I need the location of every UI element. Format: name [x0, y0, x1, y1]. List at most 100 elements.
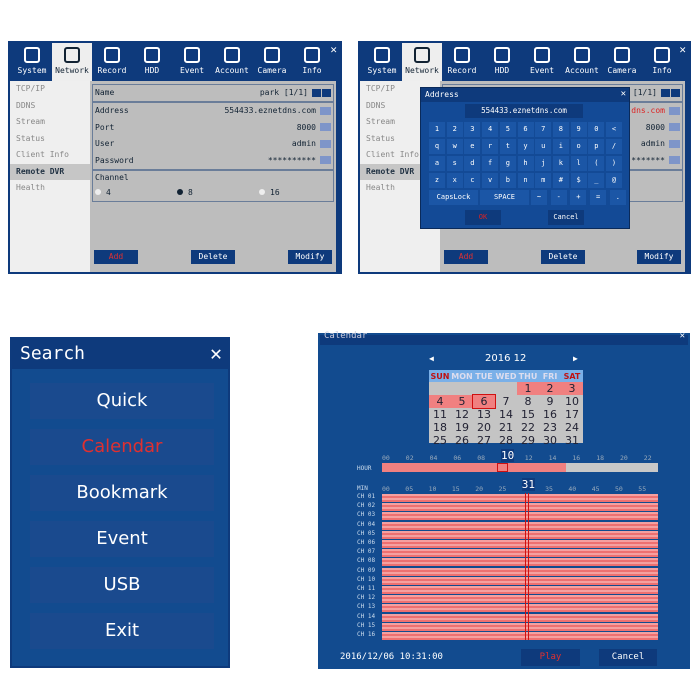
key-s[interactable]: s	[446, 156, 463, 171]
sidebar-item-status[interactable]: Status	[10, 131, 90, 148]
calendar-day[interactable]: 17	[561, 408, 583, 421]
key-k[interactable]: k	[552, 156, 569, 171]
calendar-day[interactable]: 30	[539, 434, 561, 447]
key--[interactable]: -	[550, 190, 567, 205]
search-item-quick[interactable]: Quick	[30, 383, 214, 419]
key-5[interactable]: 5	[499, 122, 516, 137]
key-e[interactable]: e	[464, 139, 481, 154]
channel-5-recording[interactable]	[382, 530, 658, 539]
keyboard-icon[interactable]	[320, 123, 331, 131]
field-value[interactable]: 554433.eznetdns.com	[224, 106, 316, 115]
key-y[interactable]: y	[517, 139, 534, 154]
tab-system[interactable]: System	[362, 43, 402, 81]
key-j[interactable]: j	[535, 156, 552, 171]
channel-radio-4[interactable]: 4	[95, 188, 111, 197]
tab-record[interactable]: Record	[92, 43, 132, 81]
channel-6-recording[interactable]	[382, 540, 658, 548]
prev-page-icon[interactable]	[661, 88, 670, 97]
sidebar-item-health[interactable]: Health	[10, 180, 90, 197]
modify-button[interactable]: Modify	[637, 250, 681, 264]
ok-button[interactable]: OK	[465, 210, 501, 225]
key-2[interactable]: 2	[446, 122, 463, 137]
keyboard-icon[interactable]	[669, 106, 680, 115]
calendar-day[interactable]: 18	[429, 421, 451, 434]
tab-info[interactable]: Info	[292, 43, 332, 81]
key-#[interactable]: #	[552, 173, 569, 188]
search-item-bookmark[interactable]: Bookmark	[30, 475, 214, 511]
sidebar-item-tcp-ip[interactable]: TCP/IP	[10, 81, 90, 98]
calendar-day[interactable]: 2	[539, 382, 561, 395]
calendar-day[interactable]: 29	[517, 434, 539, 447]
minute-cursor[interactable]	[524, 493, 529, 640]
calendar-day[interactable]: 8	[517, 395, 539, 408]
next-page-icon[interactable]	[671, 88, 680, 97]
key-z[interactable]: z	[429, 173, 445, 188]
modify-button[interactable]: Modify	[288, 250, 332, 264]
channel-13-recording[interactable]	[382, 604, 658, 613]
key-~[interactable]: ~	[531, 190, 547, 205]
key-/[interactable]: /	[606, 139, 622, 154]
key-+[interactable]: +	[570, 190, 587, 205]
key-7[interactable]: 7	[535, 122, 552, 137]
close-icon[interactable]: ✕	[330, 43, 337, 56]
tab-account[interactable]: Account	[562, 43, 602, 81]
search-item-exit[interactable]: Exit	[30, 613, 214, 649]
minute-timeline[interactable]: CH 01 CH 02 CH 03 CH 04 CH 05 CH 06 CH 07 CH 08…	[357, 493, 658, 640]
calendar-day[interactable]: 3	[561, 382, 583, 395]
cancel-button[interactable]: Cancel	[599, 649, 657, 666]
key-([interactable]: (	[588, 156, 605, 171]
calendar-day[interactable]: 7	[495, 395, 517, 408]
key-9[interactable]: 9	[570, 122, 587, 137]
key-)[interactable]: )	[606, 156, 622, 171]
channel-11-recording[interactable]	[382, 586, 658, 594]
channel-2-recording[interactable]	[382, 503, 658, 512]
field-value[interactable]: 8000	[646, 123, 665, 132]
delete-button[interactable]: Delete	[191, 250, 235, 264]
add-button[interactable]: Add	[444, 250, 488, 264]
calendar-day[interactable]: 10	[561, 395, 583, 408]
key-r[interactable]: r	[482, 139, 499, 154]
key-space[interactable]: SPACE	[480, 190, 529, 205]
calendar-day[interactable]: 16	[539, 408, 561, 421]
key-w[interactable]: w	[446, 139, 463, 154]
tab-system[interactable]: System	[12, 43, 52, 81]
sidebar-item-ddns[interactable]: DDNS	[10, 98, 90, 115]
keyboard-icon[interactable]	[669, 156, 680, 164]
tab-record[interactable]: Record	[442, 43, 482, 81]
key-$[interactable]: $	[570, 173, 587, 188]
key-m[interactable]: m	[535, 173, 552, 188]
calendar-day[interactable]: 25	[429, 434, 451, 447]
calendar-day[interactable]: 15	[517, 408, 539, 421]
key-n[interactable]: n	[517, 173, 534, 188]
key-o[interactable]: o	[570, 139, 587, 154]
calendar-day[interactable]: 24	[561, 421, 583, 434]
tab-info[interactable]: Info	[642, 43, 682, 81]
calendar-day[interactable]: 5	[451, 395, 473, 408]
tab-event[interactable]: Event	[522, 43, 562, 81]
key-@[interactable]: @	[606, 173, 622, 188]
channel-radio-16[interactable]: 16	[259, 188, 280, 197]
key-u[interactable]: u	[535, 139, 552, 154]
channel-9-recording[interactable]	[382, 567, 658, 576]
tab-network[interactable]: Network	[52, 43, 92, 81]
field-value[interactable]: dns.com	[631, 106, 665, 115]
tab-network[interactable]: Network	[402, 43, 442, 81]
keyboard-icon[interactable]	[320, 139, 331, 148]
calendar-day[interactable]: 21	[495, 421, 517, 434]
key-c[interactable]: c	[464, 173, 481, 188]
calendar-day[interactable]: 27	[473, 434, 495, 447]
calendar-day[interactable]: 12	[451, 408, 473, 421]
field-value[interactable]: park [1/1]	[260, 88, 308, 97]
next-month-icon[interactable]: ▶	[573, 354, 578, 363]
calendar-day[interactable]: 1	[517, 382, 539, 395]
channel-3-recording[interactable]	[382, 512, 658, 521]
key-1[interactable]: 1	[429, 122, 445, 137]
channel-7-recording[interactable]	[382, 549, 658, 558]
calendar-day[interactable]: 4	[429, 395, 451, 408]
tab-event[interactable]: Event	[172, 43, 212, 81]
tab-account[interactable]: Account	[212, 43, 252, 81]
tab-camera[interactable]: Camera	[252, 43, 292, 81]
delete-button[interactable]: Delete	[541, 250, 585, 264]
key-i[interactable]: i	[552, 139, 569, 154]
calendar-day[interactable]: 11	[429, 408, 451, 421]
